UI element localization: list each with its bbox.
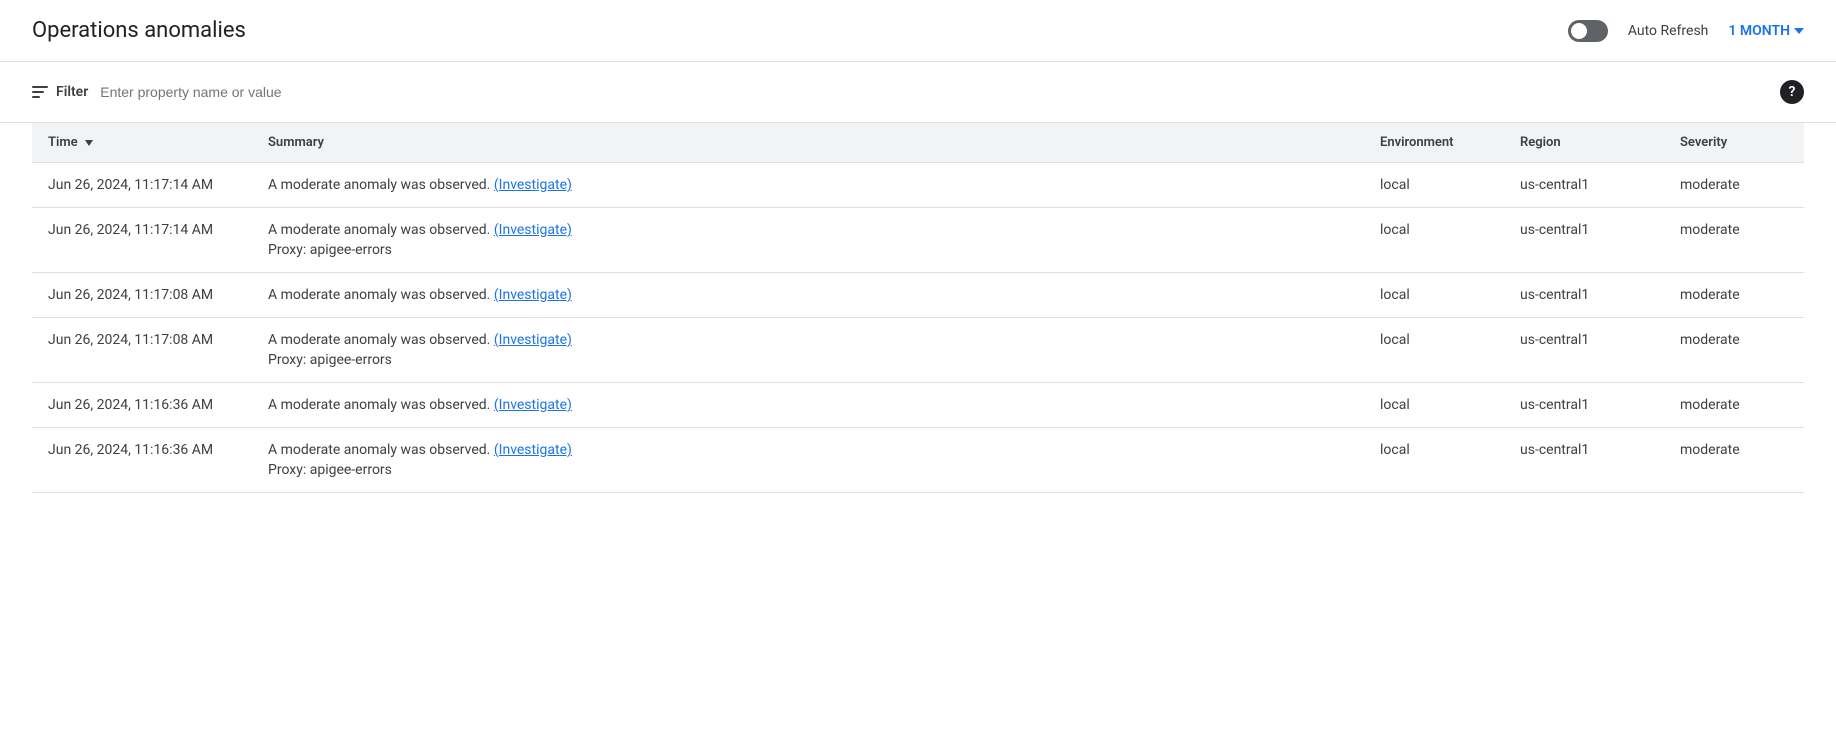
cell-time: Jun 26, 2024, 11:17:08 AM <box>32 318 252 383</box>
toggle-thumb <box>1571 23 1587 39</box>
filter-input[interactable] <box>100 84 1768 100</box>
cell-summary: A moderate anomaly was observed. (Invest… <box>252 428 1364 493</box>
sort-arrow-icon <box>85 140 93 146</box>
cell-summary: A moderate anomaly was observed. (Invest… <box>252 383 1364 428</box>
proxy-label: Proxy: apigee-errors <box>268 462 1348 478</box>
investigate-link[interactable]: (Investigate) <box>494 222 572 238</box>
cell-summary: A moderate anomaly was observed. (Invest… <box>252 163 1364 208</box>
cell-severity: moderate <box>1664 428 1804 493</box>
proxy-label: Proxy: apigee-errors <box>268 352 1348 368</box>
table-row: Jun 26, 2024, 11:17:14 AMA moderate anom… <box>32 163 1804 208</box>
cell-environment: local <box>1364 163 1504 208</box>
toggle-track <box>1568 20 1608 42</box>
cell-time: Jun 26, 2024, 11:16:36 AM <box>32 383 252 428</box>
investigate-link[interactable]: (Investigate) <box>494 397 572 413</box>
summary-text: A moderate anomaly was observed. <box>268 397 494 413</box>
cell-time: Jun 26, 2024, 11:17:14 AM <box>32 208 252 273</box>
cell-environment: local <box>1364 318 1504 383</box>
col-header-time[interactable]: Time <box>32 123 252 163</box>
auto-refresh-toggle[interactable] <box>1568 20 1608 42</box>
col-header-environment: Environment <box>1364 123 1504 163</box>
cell-region: us-central1 <box>1504 428 1664 493</box>
cell-time: Jun 26, 2024, 11:17:14 AM <box>32 163 252 208</box>
cell-severity: moderate <box>1664 273 1804 318</box>
investigate-link[interactable]: (Investigate) <box>494 287 572 303</box>
investigate-link[interactable]: (Investigate) <box>494 177 572 193</box>
investigate-link[interactable]: (Investigate) <box>494 442 572 458</box>
cell-summary: A moderate anomaly was observed. (Invest… <box>252 273 1364 318</box>
proxy-label: Proxy: apigee-errors <box>268 242 1348 258</box>
investigate-link[interactable]: (Investigate) <box>494 332 572 348</box>
cell-severity: moderate <box>1664 318 1804 383</box>
time-period-dropdown[interactable]: 1 MONTH <box>1728 23 1804 39</box>
cell-region: us-central1 <box>1504 318 1664 383</box>
cell-region: us-central1 <box>1504 208 1664 273</box>
header-controls: Auto Refresh 1 MONTH <box>1568 20 1804 42</box>
summary-text: A moderate anomaly was observed. <box>268 222 494 238</box>
cell-severity: moderate <box>1664 163 1804 208</box>
anomalies-table-container: Time Summary Environment Region Severity… <box>0 123 1836 493</box>
col-header-summary: Summary <box>252 123 1364 163</box>
chevron-down-icon <box>1794 28 1804 34</box>
filter-icon-group: Filter <box>32 84 88 100</box>
page-title: Operations anomalies <box>32 18 246 43</box>
cell-severity: moderate <box>1664 208 1804 273</box>
help-icon[interactable]: ? <box>1780 80 1804 104</box>
table-row: Jun 26, 2024, 11:16:36 AMA moderate anom… <box>32 383 1804 428</box>
table-header-row: Time Summary Environment Region Severity <box>32 123 1804 163</box>
summary-text: A moderate anomaly was observed. <box>268 332 494 348</box>
summary-text: A moderate anomaly was observed. <box>268 442 494 458</box>
summary-text: A moderate anomaly was observed. <box>268 177 494 193</box>
table-row: Jun 26, 2024, 11:17:08 AMA moderate anom… <box>32 273 1804 318</box>
col-header-severity: Severity <box>1664 123 1804 163</box>
table-row: Jun 26, 2024, 11:17:08 AMA moderate anom… <box>32 318 1804 383</box>
filter-bar: Filter ? <box>0 62 1836 123</box>
auto-refresh-label: Auto Refresh <box>1628 23 1709 39</box>
anomalies-table: Time Summary Environment Region Severity… <box>32 123 1804 493</box>
cell-environment: local <box>1364 208 1504 273</box>
cell-time: Jun 26, 2024, 11:17:08 AM <box>32 273 252 318</box>
col-header-region: Region <box>1504 123 1664 163</box>
cell-environment: local <box>1364 428 1504 493</box>
summary-text: A moderate anomaly was observed. <box>268 287 494 303</box>
cell-region: us-central1 <box>1504 273 1664 318</box>
cell-summary: A moderate anomaly was observed. (Invest… <box>252 208 1364 273</box>
filter-label: Filter <box>56 84 88 100</box>
filter-icon <box>32 86 48 98</box>
page-header: Operations anomalies Auto Refresh 1 MONT… <box>0 0 1836 62</box>
table-row: Jun 26, 2024, 11:17:14 AMA moderate anom… <box>32 208 1804 273</box>
cell-summary: A moderate anomaly was observed. (Invest… <box>252 318 1364 383</box>
cell-environment: local <box>1364 383 1504 428</box>
cell-region: us-central1 <box>1504 383 1664 428</box>
table-row: Jun 26, 2024, 11:16:36 AMA moderate anom… <box>32 428 1804 493</box>
cell-environment: local <box>1364 273 1504 318</box>
cell-region: us-central1 <box>1504 163 1664 208</box>
time-period-label: 1 MONTH <box>1728 23 1790 39</box>
cell-time: Jun 26, 2024, 11:16:36 AM <box>32 428 252 493</box>
cell-severity: moderate <box>1664 383 1804 428</box>
